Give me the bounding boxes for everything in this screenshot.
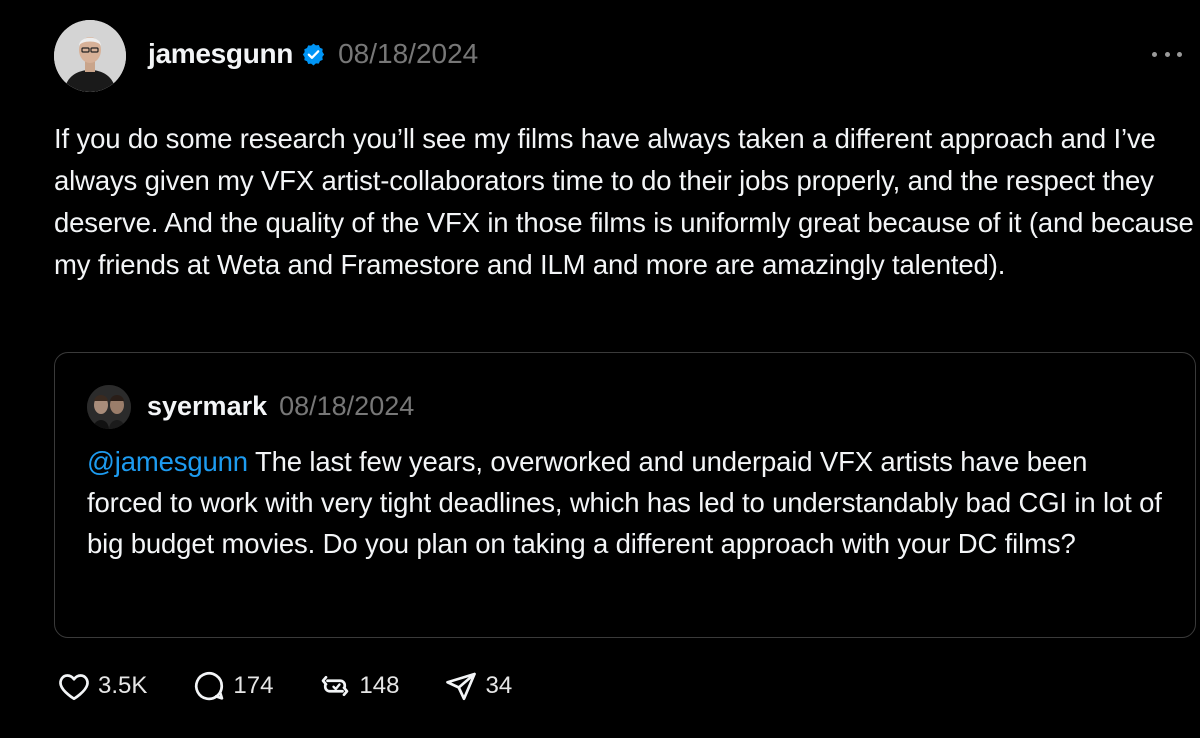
reply-button[interactable]: 174 bbox=[191, 668, 273, 704]
repost-count: 148 bbox=[359, 672, 400, 699]
post-date[interactable]: 08/18/2024 bbox=[338, 38, 478, 70]
quoted-post-body: The last few years, overworked and under… bbox=[87, 446, 1162, 559]
quoted-author-username[interactable]: syermark bbox=[147, 391, 267, 422]
author-avatar[interactable] bbox=[54, 20, 126, 92]
quoted-post-header: syermark 08/18/2024 bbox=[147, 391, 414, 422]
reply-count: 174 bbox=[233, 672, 274, 699]
heart-icon bbox=[59, 674, 89, 701]
verified-badge-icon bbox=[302, 43, 325, 65]
share-button[interactable]: 34 bbox=[443, 668, 512, 704]
like-count: 3.5K bbox=[98, 672, 148, 699]
like-button[interactable]: 3.5K bbox=[56, 668, 147, 704]
repost-icon bbox=[322, 675, 349, 697]
action-bar: 3.5K 174 148 34 bbox=[56, 668, 556, 704]
post-text: If you do some research you’ll see my fi… bbox=[54, 123, 1194, 280]
post-header: jamesgunn 08/18/2024 bbox=[148, 38, 478, 70]
mention-link[interactable]: @jamesgunn bbox=[87, 446, 248, 477]
author-username[interactable]: jamesgunn bbox=[148, 38, 293, 70]
quoted-author-avatar[interactable] bbox=[87, 385, 131, 429]
quoted-post-date[interactable]: 08/18/2024 bbox=[279, 391, 414, 422]
repost-button[interactable]: 148 bbox=[317, 668, 399, 704]
quoted-post-text: @jamesgunn The last few years, overworke… bbox=[87, 441, 1167, 564]
comment-icon bbox=[195, 672, 224, 701]
more-options-icon[interactable] bbox=[1152, 44, 1182, 64]
quoted-post[interactable]: syermark 08/18/2024 @jamesgunn The last … bbox=[54, 352, 1196, 638]
share-count: 34 bbox=[485, 672, 513, 699]
send-icon bbox=[446, 672, 477, 701]
